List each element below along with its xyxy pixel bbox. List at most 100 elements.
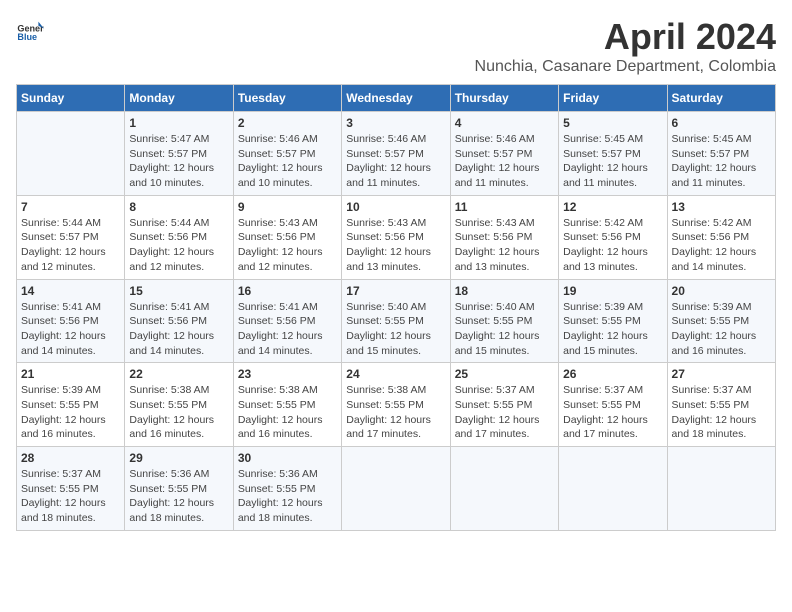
day-number: 17 bbox=[346, 284, 445, 298]
main-title: April 2024 bbox=[475, 16, 776, 58]
calendar-cell: 26 Sunrise: 5:37 AM Sunset: 5:55 PM Dayli… bbox=[559, 363, 667, 447]
calendar-cell: 22 Sunrise: 5:38 AM Sunset: 5:55 PM Dayli… bbox=[125, 363, 233, 447]
day-number: 2 bbox=[238, 116, 337, 130]
day-header-thursday: Thursday bbox=[450, 85, 558, 112]
calendar-cell: 18 Sunrise: 5:40 AM Sunset: 5:55 PM Dayli… bbox=[450, 279, 558, 363]
header-row: SundayMondayTuesdayWednesdayThursdayFrid… bbox=[17, 85, 776, 112]
page-header: General Blue April 2024 Nunchia, Casanar… bbox=[16, 16, 776, 76]
calendar-cell: 20 Sunrise: 5:39 AM Sunset: 5:55 PM Dayli… bbox=[667, 279, 775, 363]
day-info: Sunrise: 5:37 AM Sunset: 5:55 PM Dayligh… bbox=[21, 467, 120, 526]
day-info: Sunrise: 5:44 AM Sunset: 5:56 PM Dayligh… bbox=[129, 216, 228, 275]
day-info: Sunrise: 5:43 AM Sunset: 5:56 PM Dayligh… bbox=[238, 216, 337, 275]
day-info: Sunrise: 5:37 AM Sunset: 5:55 PM Dayligh… bbox=[672, 383, 771, 442]
calendar-cell: 14Sunrise: 5:41 AM Sunset: 5:56 PM Dayli… bbox=[17, 279, 125, 363]
calendar-cell bbox=[559, 447, 667, 531]
day-number: 15 bbox=[129, 284, 228, 298]
day-number: 3 bbox=[346, 116, 445, 130]
calendar-cell: 7 Sunrise: 5:44 AM Sunset: 5:57 PM Daylig… bbox=[17, 195, 125, 279]
calendar-cell: 8Sunrise: 5:44 AM Sunset: 5:56 PM Daylig… bbox=[125, 195, 233, 279]
day-number: 1 bbox=[129, 116, 228, 130]
day-number: 30 bbox=[238, 451, 337, 465]
calendar-cell: 4 Sunrise: 5:46 AM Sunset: 5:57 PM Daylig… bbox=[450, 112, 558, 196]
calendar-cell: 23 Sunrise: 5:38 AM Sunset: 5:55 PM Dayli… bbox=[233, 363, 341, 447]
day-header-friday: Friday bbox=[559, 85, 667, 112]
calendar-cell: 2 Sunrise: 5:46 AM Sunset: 5:57 PM Daylig… bbox=[233, 112, 341, 196]
day-number: 21 bbox=[21, 367, 120, 381]
calendar-cell: 27 Sunrise: 5:37 AM Sunset: 5:55 PM Dayli… bbox=[667, 363, 775, 447]
day-info: Sunrise: 5:47 AM Sunset: 5:57 PM Dayligh… bbox=[129, 132, 228, 191]
day-info: Sunrise: 5:44 AM Sunset: 5:57 PM Dayligh… bbox=[21, 216, 120, 275]
day-info: Sunrise: 5:39 AM Sunset: 5:55 PM Dayligh… bbox=[21, 383, 120, 442]
day-info: Sunrise: 5:43 AM Sunset: 5:56 PM Dayligh… bbox=[346, 216, 445, 275]
calendar-cell: 15 Sunrise: 5:41 AM Sunset: 5:56 PM Dayli… bbox=[125, 279, 233, 363]
day-info: Sunrise: 5:38 AM Sunset: 5:55 PM Dayligh… bbox=[346, 383, 445, 442]
day-info: Sunrise: 5:36 AM Sunset: 5:55 PM Dayligh… bbox=[238, 467, 337, 526]
day-info: Sunrise: 5:46 AM Sunset: 5:57 PM Dayligh… bbox=[238, 132, 337, 191]
calendar-cell: 16 Sunrise: 5:41 AM Sunset: 5:56 PM Dayli… bbox=[233, 279, 341, 363]
day-number: 22 bbox=[129, 367, 228, 381]
day-header-sunday: Sunday bbox=[17, 85, 125, 112]
calendar-cell: 17 Sunrise: 5:40 AM Sunset: 5:55 PM Dayli… bbox=[342, 279, 450, 363]
day-info: Sunrise: 5:37 AM Sunset: 5:55 PM Dayligh… bbox=[455, 383, 554, 442]
day-info: Sunrise: 5:42 AM Sunset: 5:56 PM Dayligh… bbox=[672, 216, 771, 275]
day-info: Sunrise: 5:39 AM Sunset: 5:55 PM Dayligh… bbox=[672, 300, 771, 359]
day-info: Sunrise: 5:43 AM Sunset: 5:56 PM Dayligh… bbox=[455, 216, 554, 275]
calendar-cell: 6Sunrise: 5:45 AM Sunset: 5:57 PM Daylig… bbox=[667, 112, 775, 196]
day-number: 4 bbox=[455, 116, 554, 130]
calendar-cell: 9 Sunrise: 5:43 AM Sunset: 5:56 PM Daylig… bbox=[233, 195, 341, 279]
day-info: Sunrise: 5:41 AM Sunset: 5:56 PM Dayligh… bbox=[238, 300, 337, 359]
day-number: 27 bbox=[672, 367, 771, 381]
day-info: Sunrise: 5:46 AM Sunset: 5:57 PM Dayligh… bbox=[455, 132, 554, 191]
day-header-tuesday: Tuesday bbox=[233, 85, 341, 112]
week-row-1: 7 Sunrise: 5:44 AM Sunset: 5:57 PM Daylig… bbox=[17, 195, 776, 279]
day-header-saturday: Saturday bbox=[667, 85, 775, 112]
day-number: 11 bbox=[455, 200, 554, 214]
day-number: 18 bbox=[455, 284, 554, 298]
calendar-cell: 19Sunrise: 5:39 AM Sunset: 5:55 PM Dayli… bbox=[559, 279, 667, 363]
calendar-cell: 13 Sunrise: 5:42 AM Sunset: 5:56 PM Dayli… bbox=[667, 195, 775, 279]
day-info: Sunrise: 5:40 AM Sunset: 5:55 PM Dayligh… bbox=[455, 300, 554, 359]
calendar-cell bbox=[342, 447, 450, 531]
calendar-cell: 21 Sunrise: 5:39 AM Sunset: 5:55 PM Dayli… bbox=[17, 363, 125, 447]
calendar-cell: 11 Sunrise: 5:43 AM Sunset: 5:56 PM Dayli… bbox=[450, 195, 558, 279]
week-row-3: 21 Sunrise: 5:39 AM Sunset: 5:55 PM Dayli… bbox=[17, 363, 776, 447]
logo-icon: General Blue bbox=[16, 16, 44, 44]
day-info: Sunrise: 5:41 AM Sunset: 5:56 PM Dayligh… bbox=[21, 300, 120, 359]
day-info: Sunrise: 5:40 AM Sunset: 5:55 PM Dayligh… bbox=[346, 300, 445, 359]
day-number: 20 bbox=[672, 284, 771, 298]
day-info: Sunrise: 5:46 AM Sunset: 5:57 PM Dayligh… bbox=[346, 132, 445, 191]
day-number: 9 bbox=[238, 200, 337, 214]
day-number: 10 bbox=[346, 200, 445, 214]
calendar-cell: 12Sunrise: 5:42 AM Sunset: 5:56 PM Dayli… bbox=[559, 195, 667, 279]
day-number: 12 bbox=[563, 200, 662, 214]
day-number: 7 bbox=[21, 200, 120, 214]
day-number: 16 bbox=[238, 284, 337, 298]
calendar-cell: 5 Sunrise: 5:45 AM Sunset: 5:57 PM Daylig… bbox=[559, 112, 667, 196]
day-info: Sunrise: 5:41 AM Sunset: 5:56 PM Dayligh… bbox=[129, 300, 228, 359]
subtitle: Nunchia, Casanare Department, Colombia bbox=[475, 58, 776, 76]
day-info: Sunrise: 5:38 AM Sunset: 5:55 PM Dayligh… bbox=[129, 383, 228, 442]
day-info: Sunrise: 5:45 AM Sunset: 5:57 PM Dayligh… bbox=[672, 132, 771, 191]
calendar-table: SundayMondayTuesdayWednesdayThursdayFrid… bbox=[16, 84, 776, 531]
day-number: 5 bbox=[563, 116, 662, 130]
svg-text:Blue: Blue bbox=[17, 32, 37, 42]
day-number: 24 bbox=[346, 367, 445, 381]
title-area: April 2024 Nunchia, Casanare Department,… bbox=[475, 16, 776, 76]
calendar-cell: 30 Sunrise: 5:36 AM Sunset: 5:55 PM Dayli… bbox=[233, 447, 341, 531]
day-number: 26 bbox=[563, 367, 662, 381]
calendar-cell: 24 Sunrise: 5:38 AM Sunset: 5:55 PM Dayli… bbox=[342, 363, 450, 447]
logo: General Blue bbox=[16, 16, 44, 44]
calendar-cell: 25Sunrise: 5:37 AM Sunset: 5:55 PM Dayli… bbox=[450, 363, 558, 447]
day-info: Sunrise: 5:45 AM Sunset: 5:57 PM Dayligh… bbox=[563, 132, 662, 191]
day-info: Sunrise: 5:37 AM Sunset: 5:55 PM Dayligh… bbox=[563, 383, 662, 442]
calendar-cell bbox=[450, 447, 558, 531]
day-info: Sunrise: 5:38 AM Sunset: 5:55 PM Dayligh… bbox=[238, 383, 337, 442]
calendar-cell bbox=[17, 112, 125, 196]
week-row-2: 14Sunrise: 5:41 AM Sunset: 5:56 PM Dayli… bbox=[17, 279, 776, 363]
day-number: 13 bbox=[672, 200, 771, 214]
week-row-4: 28Sunrise: 5:37 AM Sunset: 5:55 PM Dayli… bbox=[17, 447, 776, 531]
week-row-0: 1 Sunrise: 5:47 AM Sunset: 5:57 PM Daylig… bbox=[17, 112, 776, 196]
calendar-cell: 3 Sunrise: 5:46 AM Sunset: 5:57 PM Daylig… bbox=[342, 112, 450, 196]
day-header-wednesday: Wednesday bbox=[342, 85, 450, 112]
day-number: 23 bbox=[238, 367, 337, 381]
